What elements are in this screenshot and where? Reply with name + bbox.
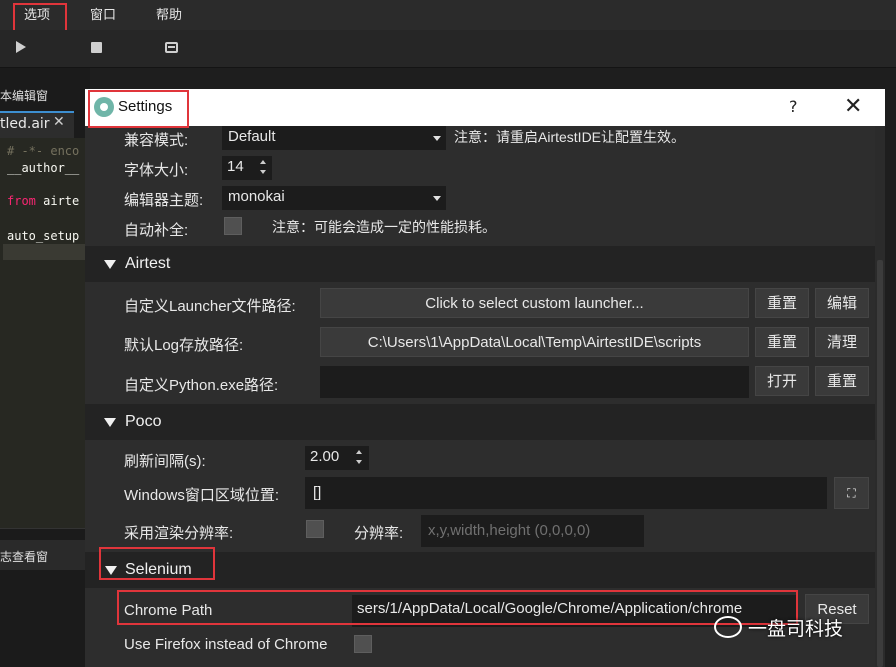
log-path-label: 默认Log存放路径:: [124, 337, 244, 354]
launcher-path-label: 自定义Launcher文件路径:: [124, 298, 296, 315]
compat-mode-label: 兼容模式:: [124, 132, 189, 149]
render-resolution-checkbox[interactable]: [306, 520, 324, 538]
compat-mode-select[interactable]: Default: [222, 126, 446, 150]
render-resolution-label: 采用渲染分辨率:: [124, 525, 234, 542]
launcher-edit-button[interactable]: 编辑: [815, 288, 869, 318]
code-line: from airte: [7, 194, 80, 208]
refresh-interval-value: 2.00: [310, 448, 340, 465]
menu-window[interactable]: 窗口: [90, 4, 116, 23]
wechat-icon: [714, 616, 742, 638]
launcher-reset-button[interactable]: 重置: [755, 288, 809, 318]
font-size-label: 字体大小:: [124, 162, 189, 179]
scrollbar-thumb[interactable]: [877, 260, 883, 667]
editor-theme-value: monokai: [228, 188, 285, 205]
use-firefox-label: Use Firefox instead of Chrome: [124, 636, 328, 653]
use-firefox-checkbox[interactable]: [354, 635, 372, 653]
refresh-interval-label: 刷新间隔(s):: [124, 453, 206, 470]
section-header-poco[interactable]: [85, 404, 875, 440]
highlight-box-chrome-path: [117, 590, 798, 625]
resolution-input[interactable]: x,y,width,height (0,0,0,0): [421, 515, 644, 547]
highlight-box-settings-title: [88, 90, 189, 128]
spin-down-icon[interactable]: [356, 460, 362, 464]
editor-pane-title: 本编辑窗: [0, 89, 49, 103]
python-open-button[interactable]: 打开: [755, 366, 809, 396]
fullscreen-icon[interactable]: ⛶: [834, 477, 869, 509]
section-title-airtest: Airtest: [125, 255, 171, 272]
help-button[interactable]: ?: [789, 97, 798, 116]
window-region-label: Windows窗口区域位置:: [124, 487, 280, 504]
code-line: # -*- enco: [7, 144, 80, 158]
log-reset-button[interactable]: 重置: [755, 327, 809, 357]
chevron-down-icon: [433, 136, 441, 141]
collapse-triangle-icon[interactable]: [104, 260, 116, 269]
menu-bar: [0, 0, 896, 30]
dialog-titlebar[interactable]: [85, 89, 885, 126]
toolbar: [0, 30, 896, 68]
log-clear-button[interactable]: 清理: [815, 327, 869, 357]
resolution-label: 分辨率:: [354, 525, 404, 542]
current-line-highlight: [3, 244, 90, 260]
highlight-box-selenium: [99, 547, 215, 580]
spin-down-icon[interactable]: [260, 170, 266, 174]
editor-theme-label: 编辑器主题:: [124, 192, 204, 209]
code-line: auto_setup: [7, 229, 80, 243]
python-path-field[interactable]: [320, 366, 749, 398]
autocomplete-note: 注意：可能会造成一定的性能损耗。: [272, 219, 496, 235]
editor-tab-label: tled.air: [0, 116, 50, 132]
font-size-value: 14: [227, 158, 244, 175]
autocomplete-label: 自动补全:: [124, 222, 189, 239]
editor-theme-select[interactable]: monokai: [222, 186, 446, 210]
autocomplete-checkbox[interactable]: [224, 217, 242, 235]
python-reset-button[interactable]: 重置: [815, 366, 869, 396]
compat-mode-note: 注意：请重启AirtestIDE让配置生效。: [454, 129, 686, 145]
spin-up-icon[interactable]: [260, 160, 266, 164]
list-icon[interactable]: [165, 42, 178, 53]
select-launcher-button[interactable]: Click to select custom launcher...: [320, 288, 749, 318]
play-icon[interactable]: [16, 41, 26, 53]
chevron-down-icon: [433, 196, 441, 201]
log-pane-title: 志查看窗: [0, 550, 49, 564]
python-path-label: 自定义Python.exe路径:: [124, 377, 279, 394]
menu-help[interactable]: 帮助: [156, 4, 182, 23]
close-icon[interactable]: ✕: [844, 94, 862, 119]
window-region-field[interactable]: []: [305, 477, 827, 509]
code-line: __author__: [7, 161, 80, 175]
spin-up-icon[interactable]: [356, 450, 362, 454]
close-icon[interactable]: ✕: [53, 114, 65, 130]
section-header-airtest[interactable]: [85, 246, 875, 282]
stop-icon[interactable]: [91, 42, 102, 53]
collapse-triangle-icon[interactable]: [104, 418, 116, 427]
compat-mode-value: Default: [228, 128, 276, 145]
section-title-poco: Poco: [125, 413, 162, 430]
log-path-field[interactable]: C:\Users\1\AppData\Local\Temp\AirtestIDE…: [320, 327, 749, 357]
watermark-text: 一盘司科技: [748, 618, 844, 640]
